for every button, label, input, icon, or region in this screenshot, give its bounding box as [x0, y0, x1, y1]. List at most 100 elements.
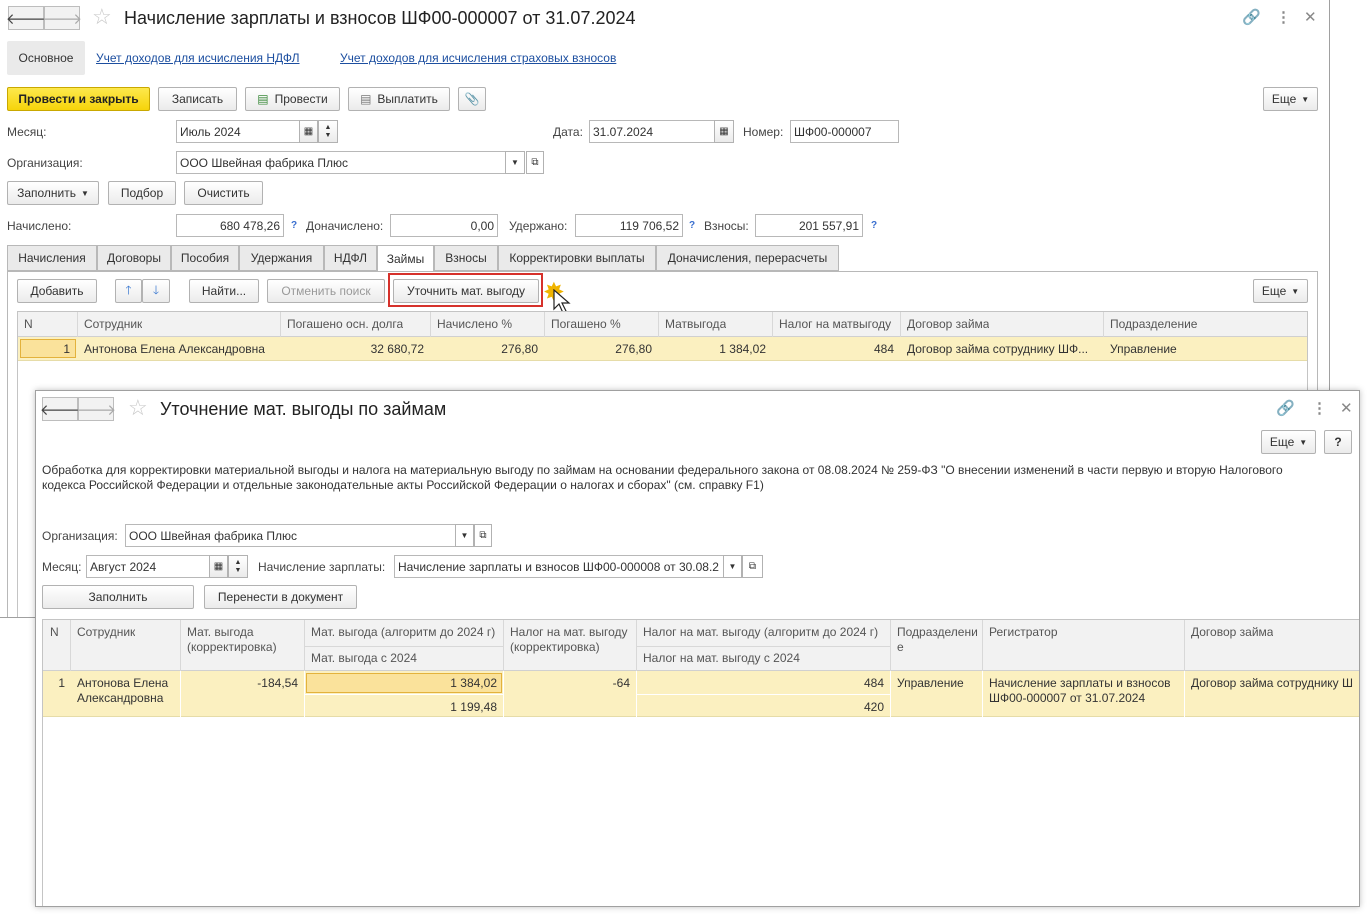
favorite-star-icon[interactable]: ☆	[128, 397, 148, 419]
row-registrar[interactable]: Начисление зарплаты и взносов ШФ00-00000…	[989, 676, 1181, 706]
col-interest-repaid[interactable]: Погашено %	[551, 317, 621, 331]
month-stepper[interactable]: ▲ ▼	[318, 120, 338, 143]
fill-button[interactable]: Заполнить ▼	[7, 181, 99, 205]
row-benefit-correction[interactable]: -184,54	[180, 676, 298, 690]
move-up-button[interactable]: 🡑	[115, 279, 142, 303]
payroll-dropdown-button[interactable]: ▼	[723, 555, 742, 578]
clear-button[interactable]: Очистить	[184, 181, 263, 205]
tab-benefits[interactable]: Пособия	[171, 245, 239, 271]
col-benefit-correction[interactable]: Мат. выгода (корректировка)	[187, 625, 302, 655]
cancel-search-button[interactable]: Отменить поиск	[267, 279, 385, 303]
more-vert-icon[interactable]: ⋮	[1276, 10, 1291, 25]
tab-payment-corrections[interactable]: Корректировки выплаты	[498, 245, 656, 271]
payroll-open-button[interactable]: ⧉	[742, 555, 763, 578]
col-registrar[interactable]: Регистратор	[989, 625, 1058, 639]
col-n[interactable]: N	[24, 317, 33, 331]
row-tax-new[interactable]: 420	[636, 700, 884, 714]
month-field[interactable]: Август 2024	[86, 555, 210, 578]
find-button[interactable]: Найти...	[189, 279, 259, 303]
more-vert-icon[interactable]: ⋮	[1312, 401, 1327, 416]
col-benefit-old-algorithm[interactable]: Мат. выгода (алгоритм до 2024 г)	[311, 625, 495, 639]
tab-accruals[interactable]: Начисления	[7, 245, 97, 271]
tab-ndfl-income[interactable]: Учет доходов для исчисления НДФЛ	[96, 51, 300, 65]
col-n[interactable]: N	[50, 625, 59, 639]
loans-more-button[interactable]: Еще ▼	[1253, 279, 1308, 303]
col-employee[interactable]: Сотрудник	[77, 625, 135, 639]
tab-ndfl[interactable]: НДФЛ	[324, 245, 377, 271]
col-tax-new[interactable]: Налог на мат. выгоду с 2024	[643, 651, 800, 665]
help-icon[interactable]: ?	[291, 220, 297, 231]
post-and-close-button[interactable]: Провести и закрыть	[7, 87, 150, 111]
row-principal-repaid: 32 680,72	[370, 342, 424, 356]
org-open-button[interactable]: ⧉	[526, 151, 544, 174]
col-loan-contract[interactable]: Договор займа	[907, 317, 989, 331]
col-tax-old-algorithm[interactable]: Налог на мат. выгоду (алгоритм до 2024 г…	[643, 625, 878, 639]
col-principal-repaid[interactable]: Погашено осн. долга	[287, 317, 403, 331]
calendar-button[interactable]: ▦	[209, 555, 228, 578]
org-dropdown-button[interactable]: ▼	[455, 524, 474, 547]
col-benefit-tax[interactable]: Налог на матвыгоду	[779, 317, 891, 331]
table-row[interactable]: 1 Антонова Елена Александровна -184,54 1…	[43, 671, 1359, 717]
col-benefit[interactable]: Матвыгода	[665, 317, 726, 331]
close-icon[interactable]: ✕	[1304, 10, 1317, 25]
refine-benefit-button[interactable]: Уточнить мат. выгоду	[393, 279, 539, 303]
pay-button[interactable]: ▤ Выплатить	[348, 87, 450, 111]
transfer-to-document-button[interactable]: Перенести в документ	[204, 585, 357, 609]
row-tax-correction[interactable]: -64	[503, 676, 630, 690]
post-button[interactable]: ▤ Провести	[245, 87, 340, 111]
number-field[interactable]: ШФ00-000007	[790, 120, 899, 143]
back-button[interactable]: 🡐	[40, 397, 80, 421]
more-button[interactable]: Еще ▼	[1263, 87, 1318, 111]
row-tax-old[interactable]: 484	[636, 676, 884, 690]
tab-contributions[interactable]: Взносы	[434, 245, 498, 271]
month-field[interactable]: Июль 2024	[176, 120, 300, 143]
more-button[interactable]: Еще ▼	[1261, 430, 1316, 454]
tab-loans[interactable]: Займы	[377, 245, 434, 272]
help-button[interactable]: ?	[1324, 430, 1352, 454]
org-field[interactable]: ООО Швейная фабрика Плюс	[176, 151, 506, 174]
row-loan-contract[interactable]: Договор займа сотруднику Ш	[1191, 676, 1359, 690]
fill-button[interactable]: Заполнить	[42, 585, 194, 609]
help-icon[interactable]: ?	[689, 220, 695, 231]
add-button[interactable]: Добавить	[17, 279, 97, 303]
back-button[interactable]: 🡐	[6, 6, 46, 30]
col-division[interactable]: Подразделение	[1110, 317, 1197, 331]
move-down-button[interactable]: 🡓	[142, 279, 170, 303]
help-icon[interactable]: ?	[871, 220, 877, 231]
col-interest-accrued[interactable]: Начислено %	[437, 317, 512, 331]
select-button[interactable]: Подбор	[108, 181, 176, 205]
forward-button[interactable]: 🡒	[76, 397, 116, 421]
more-label: Еще	[1269, 435, 1295, 449]
tab-contracts[interactable]: Договоры	[97, 245, 171, 271]
tab-deductions[interactable]: Удержания	[239, 245, 324, 271]
row-benefit-old[interactable]: 1 384,02	[304, 676, 497, 690]
col-loan-contract[interactable]: Договор займа	[1191, 625, 1273, 639]
tab-insurance-income[interactable]: Учет доходов для исчисления страховых вз…	[340, 51, 616, 65]
payroll-field[interactable]: Начисление зарплаты и взносов ШФ00-00000…	[394, 555, 724, 578]
attach-button[interactable]: 📎	[458, 87, 486, 111]
col-employee[interactable]: Сотрудник	[84, 317, 142, 331]
tab-recalculations[interactable]: Доначисления, перерасчеты	[656, 245, 839, 271]
date-calendar-button[interactable]: ▦	[714, 120, 734, 143]
forward-button[interactable]: 🡒	[42, 6, 82, 30]
date-field[interactable]: 31.07.2024	[589, 120, 715, 143]
col-division[interactable]: Подразделение	[897, 625, 983, 655]
save-button[interactable]: Записать	[158, 87, 237, 111]
link-icon[interactable]: 🔗	[1276, 401, 1295, 416]
table-row[interactable]: 1 Антонова Елена Александровна 32 680,72…	[18, 337, 1307, 361]
dialog-title: Уточнение мат. выгоды по займам	[160, 399, 447, 419]
col-tax-correction[interactable]: Налог на мат. выгоду (корректировка)	[510, 625, 638, 655]
month-stepper[interactable]: ▲ ▼	[228, 555, 248, 578]
link-icon[interactable]: 🔗	[1242, 10, 1261, 25]
org-open-button[interactable]: ⧉	[474, 524, 492, 547]
tab-main[interactable]: Основное	[7, 41, 85, 75]
calendar-button[interactable]: ▦	[299, 120, 318, 143]
row-benefit-new[interactable]: 1 199,48	[304, 700, 497, 714]
org-field[interactable]: ООО Швейная фабрика Плюс	[125, 524, 456, 547]
org-dropdown-button[interactable]: ▼	[505, 151, 525, 174]
close-icon[interactable]: ✕	[1340, 401, 1353, 416]
favorite-star-icon[interactable]: ☆	[92, 6, 112, 28]
row-benefit-tax: 484	[873, 342, 894, 356]
col-benefit-new[interactable]: Мат. выгода с 2024	[311, 651, 417, 665]
withheld-field: 119 706,52	[575, 214, 683, 237]
